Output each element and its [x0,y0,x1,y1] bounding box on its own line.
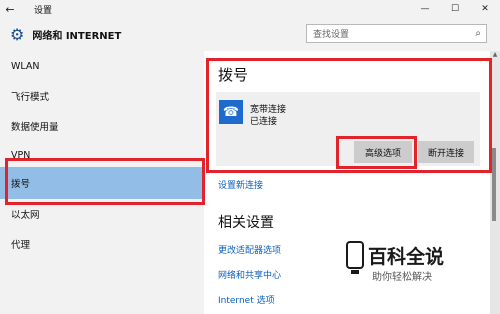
maximize-button[interactable]: ☐ [440,0,470,18]
search-placeholder: 查找设置 [313,30,350,40]
scroll-up-icon[interactable]: ▲ [490,51,500,58]
change-adapter-options-link[interactable]: 更改适配器选项 [218,243,281,256]
watermark-subtitle: 助你轻松解决 [372,272,432,283]
network-sharing-center-link[interactable]: 网络和共享中心 [218,268,281,281]
setup-new-connection-link[interactable]: 设置新连接 [218,178,263,191]
sidebar-item-label: 数据使用量 [11,122,59,133]
sidebar-item-data-usage[interactable]: 数据使用量 [0,111,204,141]
page-title: 网络和 INTERNET [32,31,122,42]
window-controls: — ☐ ✕ [410,0,500,18]
minimize-button[interactable]: — [410,0,440,18]
gear-icon: ⚙ [10,25,25,44]
sidebar-item-label: 代理 [11,240,31,251]
related-settings-title: 相关设置 [218,215,274,231]
sidebar-item-wlan[interactable]: WLAN [0,51,204,81]
scrollbar-thumb[interactable] [492,148,496,221]
sidebar-item-label: 飞行模式 [11,92,50,103]
internet-options-link[interactable]: Internet 选项 [218,293,275,306]
close-button[interactable]: ✕ [470,0,500,18]
settings-header: ⚙ 网络和 INTERNET 查找设置 ⌕ [0,18,500,51]
window-title: 设置 [34,5,53,16]
annotation-box-button [336,136,417,169]
sidebar-item-proxy[interactable]: 代理 [0,229,204,259]
sidebar-item-label: 以太网 [11,210,40,221]
back-arrow-icon[interactable]: ← [0,3,20,16]
sidebar-item-label: WLAN [11,60,40,72]
search-icon[interactable]: ⌕ [475,28,481,39]
watermark-logo-icon [346,241,364,274]
search-input[interactable]: 查找设置 ⌕ [306,24,487,43]
annotation-box-sidebar [5,158,205,205]
title-bar: ← 设置 — ☐ ✕ [0,0,500,19]
watermark-title: 百科全说 [368,246,445,268]
sidebar-item-airplane-mode[interactable]: 飞行模式 [0,81,204,111]
